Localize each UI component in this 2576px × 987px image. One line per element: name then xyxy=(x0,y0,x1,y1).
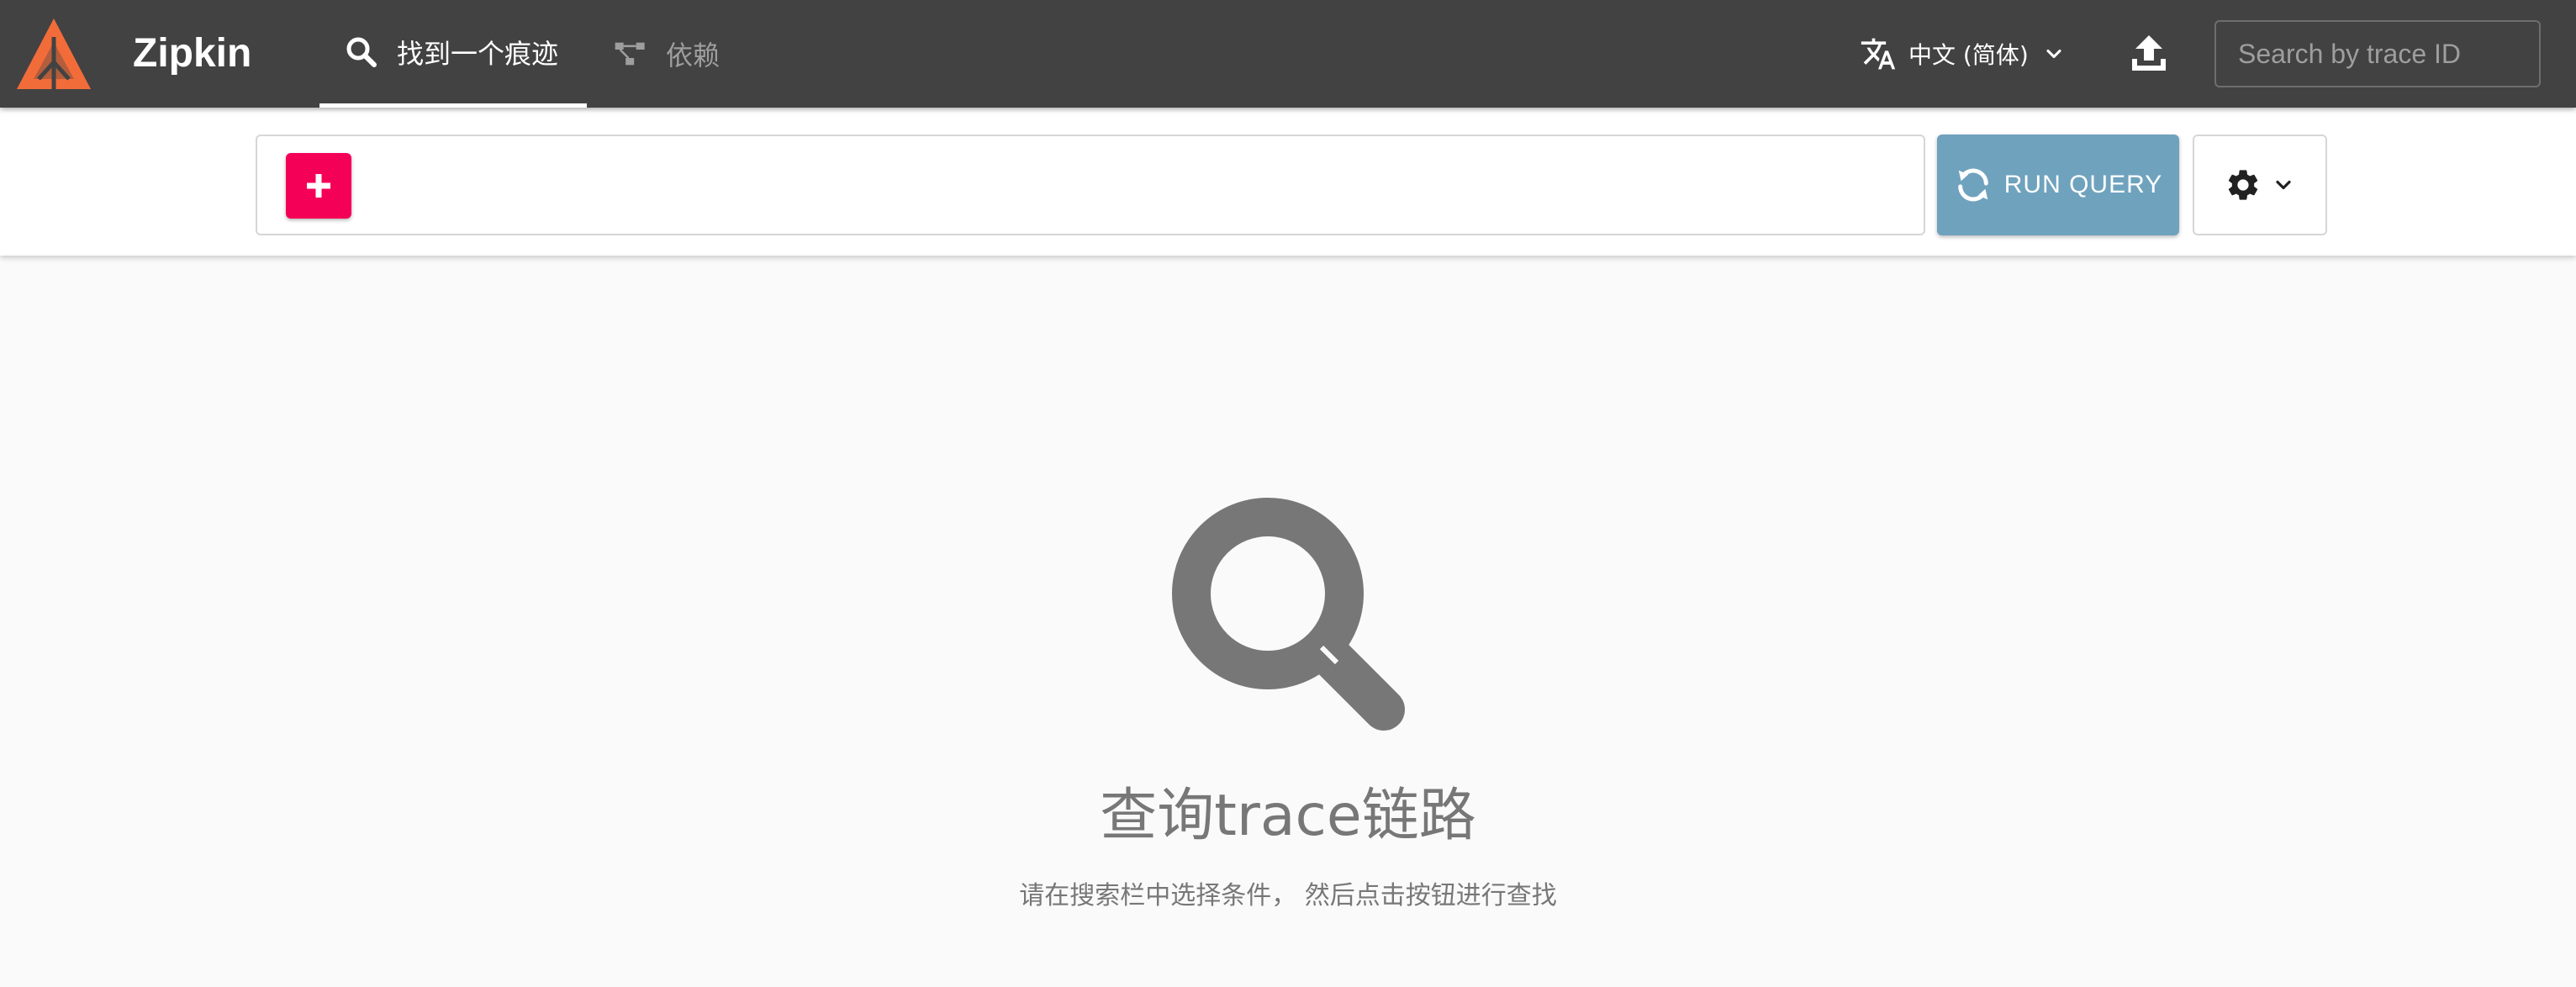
search-bar: RUN QUERY xyxy=(0,108,2576,256)
gear-icon xyxy=(2228,170,2258,200)
dependency-graph-icon xyxy=(615,42,645,66)
language-selector[interactable]: 中文 (简体) xyxy=(1860,0,2066,108)
search-icon xyxy=(346,37,377,67)
settings-menu-button[interactable] xyxy=(2193,135,2327,235)
brand-title[interactable]: Zipkin xyxy=(133,0,251,108)
chevron-down-icon xyxy=(2276,180,2291,190)
refresh-icon xyxy=(1957,168,1988,202)
translate-icon xyxy=(1861,38,1896,70)
tab-find-trace-label: 找到一个痕迹 xyxy=(397,37,559,70)
trace-id-search-input[interactable] xyxy=(2214,20,2541,87)
plus-icon xyxy=(307,174,330,198)
tab-dependencies[interactable]: 依赖 xyxy=(614,0,748,108)
tab-find-trace[interactable]: 找到一个痕迹 xyxy=(319,0,587,108)
upload-icon[interactable] xyxy=(2127,32,2171,76)
run-query-button[interactable]: RUN QUERY xyxy=(1937,135,2179,235)
empty-state-title: 查询trace链路 xyxy=(1100,783,1476,849)
query-criteria-field[interactable] xyxy=(256,135,1925,235)
add-criteria-button[interactable] xyxy=(286,153,351,219)
run-query-label: RUN QUERY xyxy=(2003,171,2163,198)
empty-state-subtitle: 请在搜索栏中选择条件， 然后点击按钮进行查找 xyxy=(1019,881,1557,910)
language-label: 中文 (简体) xyxy=(1908,41,2029,69)
zipkin-logo-icon[interactable] xyxy=(15,17,92,91)
search-icon xyxy=(1172,498,1405,731)
chevron-down-icon xyxy=(2046,49,2061,59)
app-header: Zipkin 找到一个痕迹 依赖 中文 (简体) xyxy=(0,0,2576,108)
tab-dependencies-label: 依赖 xyxy=(666,40,721,71)
